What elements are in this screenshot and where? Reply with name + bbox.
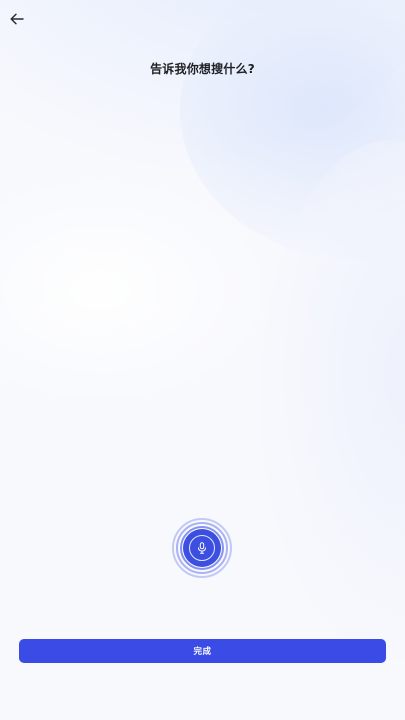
page-title: 告诉我你想搜什么? (150, 62, 255, 76)
arrow-left-icon (10, 13, 24, 25)
voice-input-button[interactable] (172, 518, 232, 578)
back-button[interactable] (6, 8, 28, 30)
done-button[interactable]: 完成 (19, 639, 386, 663)
voice-search-screen: 告诉我你想搜什么? 完成 (0, 0, 405, 720)
microphone-icon (194, 540, 210, 556)
